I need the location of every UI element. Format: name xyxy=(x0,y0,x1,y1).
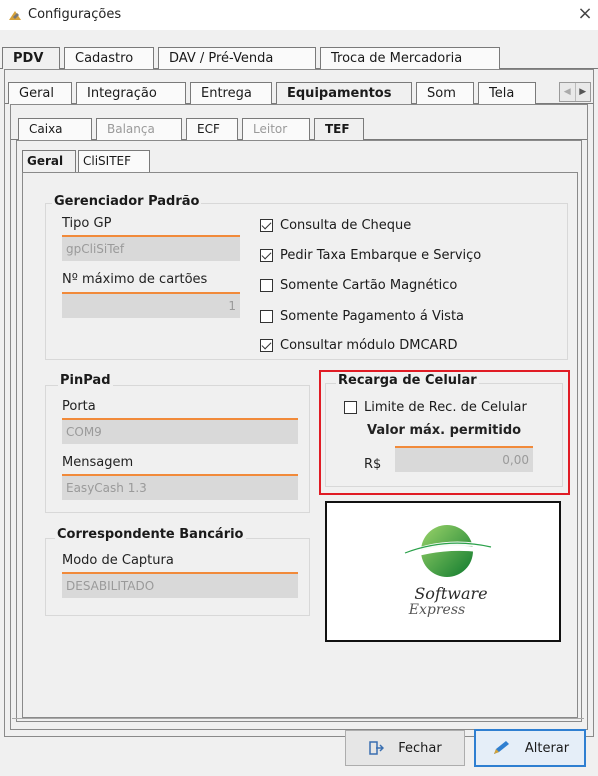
modo-captura-field[interactable]: DESABILITADO xyxy=(62,572,298,598)
checkbox-icon[interactable] xyxy=(260,310,273,323)
porta-label: Porta xyxy=(62,399,96,414)
pinpad-title: PinPad xyxy=(58,373,113,388)
tipo-gp-label: Tipo GP xyxy=(62,216,112,231)
tab-cadastro[interactable]: Cadastro xyxy=(64,47,154,69)
limite-recarga-checkbox[interactable]: Limite de Rec. de Celular xyxy=(344,400,527,415)
checkbox-icon[interactable] xyxy=(260,249,273,262)
consultar-dmcard-checkbox[interactable]: Consultar módulo DMCARD xyxy=(260,338,457,353)
tab-dav-pre-venda[interactable]: DAV / Pré-Venda xyxy=(158,47,316,69)
tab-tela[interactable]: Tela xyxy=(478,82,536,104)
gerenciador-title: Gerenciador Padrão xyxy=(52,194,202,209)
tab-clisitef[interactable]: CliSITEF xyxy=(78,150,150,172)
checkbox-label: Limite de Rec. de Celular xyxy=(364,400,527,415)
tab-caixa[interactable]: Caixa xyxy=(18,118,92,140)
checkbox-label: Consultar módulo DMCARD xyxy=(280,338,458,353)
max-cartoes-field[interactable]: 1 xyxy=(62,292,240,318)
logo-mark-icon: Software Express xyxy=(396,525,500,618)
tab-tef-geral[interactable]: Geral xyxy=(22,150,76,172)
tab-entrega[interactable]: Entrega xyxy=(190,82,272,104)
mensagem-label: Mensagem xyxy=(62,455,134,470)
fechar-label: Fechar xyxy=(398,740,442,756)
consulta-cheque-checkbox[interactable]: Consulta de Cheque xyxy=(260,218,411,233)
valor-max-field[interactable]: 0,00 xyxy=(395,446,533,472)
checkbox-label: Consulta de Cheque xyxy=(280,218,412,233)
modo-captura-label: Modo de Captura xyxy=(62,553,174,568)
app-icon xyxy=(9,11,21,20)
tab-leitor[interactable]: Leitor xyxy=(242,118,310,140)
porta-field[interactable]: COM9 xyxy=(62,418,298,444)
currency-label: R$ xyxy=(364,457,382,472)
max-cartoes-label: Nº máximo de cartões xyxy=(62,272,208,287)
somente-pagamento-checkbox[interactable]: Somente Pagamento á Vista xyxy=(260,309,464,324)
somente-cartao-checkbox[interactable]: Somente Cartão Magnético xyxy=(260,278,457,293)
scroll-right-icon[interactable]: ▶ xyxy=(576,83,591,101)
checkbox-label: Somente Pagamento á Vista xyxy=(280,309,465,324)
checkbox-icon[interactable] xyxy=(260,339,273,352)
window-title: Configurações xyxy=(28,7,122,22)
alterar-button[interactable]: Alterar xyxy=(474,729,586,767)
checkbox-icon[interactable] xyxy=(344,401,357,414)
tab-balanca[interactable]: Balança xyxy=(96,118,182,140)
alterar-label: Alterar xyxy=(524,740,570,756)
checkbox-icon[interactable] xyxy=(260,219,273,232)
tab-ecf[interactable]: ECF xyxy=(186,118,238,140)
edit-pencil-icon xyxy=(493,741,509,754)
tab-equipamentos[interactable]: Equipamentos xyxy=(276,82,412,104)
valor-max-label: Valor máx. permitido xyxy=(367,423,522,438)
fechar-button[interactable]: Fechar xyxy=(345,730,465,766)
exit-icon xyxy=(369,741,385,755)
correspondente-title: Correspondente Bancário xyxy=(55,527,246,542)
tab-troca-mercadoria[interactable]: Troca de Mercadoria xyxy=(320,47,500,69)
close-icon[interactable]: × xyxy=(574,3,596,25)
checkbox-label: Pedir Taxa Embarque e Serviço xyxy=(280,248,482,263)
separator xyxy=(12,718,584,719)
tipo-gp-field[interactable]: gpCliSiTef xyxy=(62,235,240,261)
software-express-logo: Software Express xyxy=(325,501,561,642)
tab-pdv[interactable]: PDV xyxy=(2,47,60,69)
checkbox-label: Somente Cartão Magnético xyxy=(280,278,458,293)
tab-som[interactable]: Som xyxy=(416,82,474,104)
logo-line1: Software xyxy=(414,584,487,603)
tab-tef[interactable]: TEF xyxy=(314,118,364,140)
recarga-title: Recarga de Celular xyxy=(336,373,479,388)
logo-line2: Express xyxy=(408,602,465,618)
pedir-taxa-checkbox[interactable]: Pedir Taxa Embarque e Serviço xyxy=(260,248,481,263)
scroll-left-icon[interactable]: ◀ xyxy=(560,83,576,101)
tab-geral[interactable]: Geral xyxy=(8,82,72,104)
mensagem-field[interactable]: EasyCash 1.3 xyxy=(62,474,298,500)
tab-scroll-arrows[interactable]: ◀ ▶ xyxy=(559,82,591,102)
tab-integracao[interactable]: Integração xyxy=(76,82,186,104)
checkbox-icon[interactable] xyxy=(260,279,273,292)
